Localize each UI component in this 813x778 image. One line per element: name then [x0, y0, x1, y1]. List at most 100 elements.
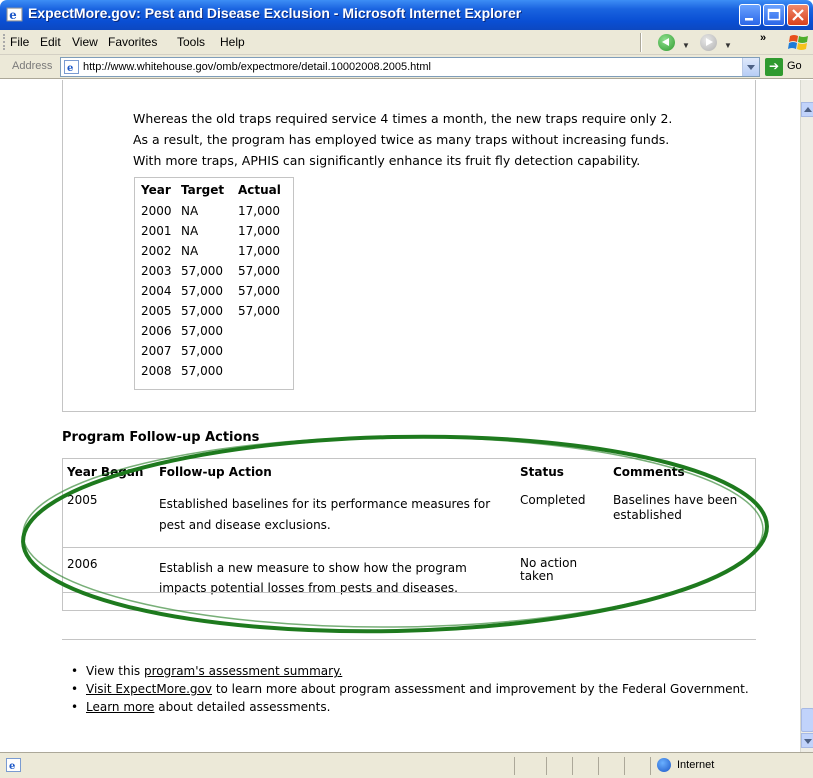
cell-actual: 57,000: [238, 304, 280, 318]
vertical-scrollbar[interactable]: [800, 80, 813, 752]
cell-actual: 17,000: [238, 224, 280, 238]
cell-target: NA: [181, 204, 199, 218]
maximize-button[interactable]: [763, 4, 785, 26]
page-content: Whereas the old traps required service 4…: [0, 80, 800, 752]
status-bar: e Internet: [0, 752, 813, 778]
header-target: Target: [181, 183, 225, 197]
svg-text:e: e: [67, 63, 73, 74]
status-pane: [598, 757, 599, 775]
page-icon: e: [64, 60, 79, 74]
cell-status: No action taken: [520, 556, 578, 583]
followup-section-title: Program Follow-up Actions: [62, 430, 260, 445]
globe-icon: [657, 758, 671, 772]
header-comments: Comments: [613, 465, 685, 479]
cell-target: NA: [181, 244, 199, 258]
cell-year: 2004: [141, 284, 172, 298]
close-button[interactable]: [787, 4, 809, 26]
close-icon: [792, 9, 804, 21]
go-button[interactable]: Go: [787, 60, 802, 72]
address-bar: Address e http://www.whitehouse.gov/omb/…: [0, 55, 813, 79]
security-zone-label: Internet: [677, 759, 715, 771]
link-prefix: View this: [86, 664, 145, 678]
status-pane: [650, 757, 651, 775]
svg-text:e: e: [9, 8, 16, 22]
cell-actual: 57,000: [238, 264, 280, 278]
header-followup-action: Follow-up Action: [159, 465, 272, 479]
learn-more-link[interactable]: Learn more: [86, 700, 154, 714]
table-row: 2003 57,000 57,000: [135, 264, 293, 284]
back-arrow-icon: [662, 38, 669, 46]
cell-year-began: 2005: [67, 493, 98, 507]
menu-favorites[interactable]: Favorites: [108, 35, 157, 49]
toolbar-overflow-icon[interactable]: »: [760, 32, 766, 44]
table-row: 2008 57,000: [135, 364, 293, 384]
menu-view[interactable]: View: [72, 35, 98, 49]
menu-edit[interactable]: Edit: [40, 35, 61, 49]
section-divider: [62, 639, 756, 640]
cell-comments: Baselines have been established: [613, 493, 738, 522]
header-year-began: Year Began: [67, 465, 144, 479]
list-item: Learn more about detailed assessments.: [70, 699, 760, 715]
toolbar-grip: [3, 34, 6, 50]
page-status-icon: e: [6, 758, 21, 772]
cell-year: 2003: [141, 264, 172, 278]
windows-logo-icon: [788, 35, 808, 50]
cell-year: 2001: [141, 224, 172, 238]
link-suffix: to learn more about program assessment a…: [212, 682, 749, 696]
window-title: ExpectMore.gov: Pest and Disease Exclusi…: [28, 5, 522, 21]
forward-button[interactable]: [700, 34, 717, 51]
paragraph-line: Whereas the old traps required service 4…: [133, 111, 673, 126]
forward-dropdown-icon[interactable]: ▼: [724, 41, 732, 50]
cell-year: 2005: [141, 304, 172, 318]
followup-table: Year Began Follow-up Action Status Comme…: [62, 458, 756, 611]
cell-actual: 17,000: [238, 204, 280, 218]
cell-year: 2006: [141, 324, 172, 338]
expectmore-link[interactable]: Visit ExpectMore.gov: [86, 682, 212, 696]
measure-explanation: Whereas the old traps required service 4…: [133, 108, 693, 171]
cell-action: Established baselines for its performanc…: [159, 497, 491, 532]
go-arrow-icon[interactable]: ➔: [765, 58, 783, 76]
back-button[interactable]: [658, 34, 675, 51]
cell-target: 57,000: [181, 324, 223, 338]
address-field[interactable]: e http://www.whitehouse.gov/omb/expectmo…: [60, 57, 760, 77]
table-row: 2006 57,000: [135, 324, 293, 344]
menu-tools[interactable]: Tools: [177, 35, 205, 49]
menu-bar: File Edit View Favorites Tools Help ▼ ▼ …: [0, 30, 813, 55]
footer-links: View this program's assessment summary. …: [70, 663, 760, 717]
address-url[interactable]: http://www.whitehouse.gov/omb/expectmore…: [83, 61, 431, 73]
cell-year: 2008: [141, 364, 172, 378]
status-pane: [624, 757, 625, 775]
status-pane: [572, 757, 573, 775]
menu-file[interactable]: File: [10, 35, 29, 49]
back-dropdown-icon[interactable]: ▼: [682, 41, 690, 50]
address-dropdown-button[interactable]: [742, 58, 759, 76]
measure-table: Year Target Actual 2000 NA 17,000 2001 N…: [134, 177, 294, 390]
table-row: 2001 NA 17,000: [135, 224, 293, 244]
scroll-thumb[interactable]: [801, 708, 813, 732]
maximize-icon: [767, 8, 781, 21]
table-row: 2007 57,000: [135, 344, 293, 364]
cell-status: Completed: [520, 493, 586, 507]
cell-year: 2000: [141, 204, 172, 218]
table-row: 2004 57,000 57,000: [135, 284, 293, 304]
list-item: View this program's assessment summary.: [70, 663, 760, 679]
scroll-down-icon[interactable]: [801, 733, 813, 748]
table-row: 2002 NA 17,000: [135, 244, 293, 264]
paragraph-line: As a result, the program has employed tw…: [133, 132, 670, 147]
cell-target: 57,000: [181, 344, 223, 358]
minimize-button[interactable]: [739, 4, 761, 26]
table-header-row: Year Target Actual: [135, 183, 293, 203]
table-row: 2000 NA 17,000: [135, 204, 293, 224]
svg-text:e: e: [9, 761, 15, 772]
cell-actual: 17,000: [238, 244, 280, 258]
title-bar: e ExpectMore.gov: Pest and Disease Exclu…: [0, 0, 813, 30]
table-bottom-rule: [63, 592, 755, 593]
cell-actual: 57,000: [238, 284, 280, 298]
cell-target: 57,000: [181, 364, 223, 378]
assessment-summary-link[interactable]: program's assessment summary.: [144, 664, 342, 678]
menu-help[interactable]: Help: [220, 35, 245, 49]
header-status: Status: [520, 465, 564, 479]
cell-year: 2007: [141, 344, 172, 358]
table-row: 2005 57,000 57,000: [135, 304, 293, 324]
scroll-up-icon[interactable]: [801, 102, 813, 117]
